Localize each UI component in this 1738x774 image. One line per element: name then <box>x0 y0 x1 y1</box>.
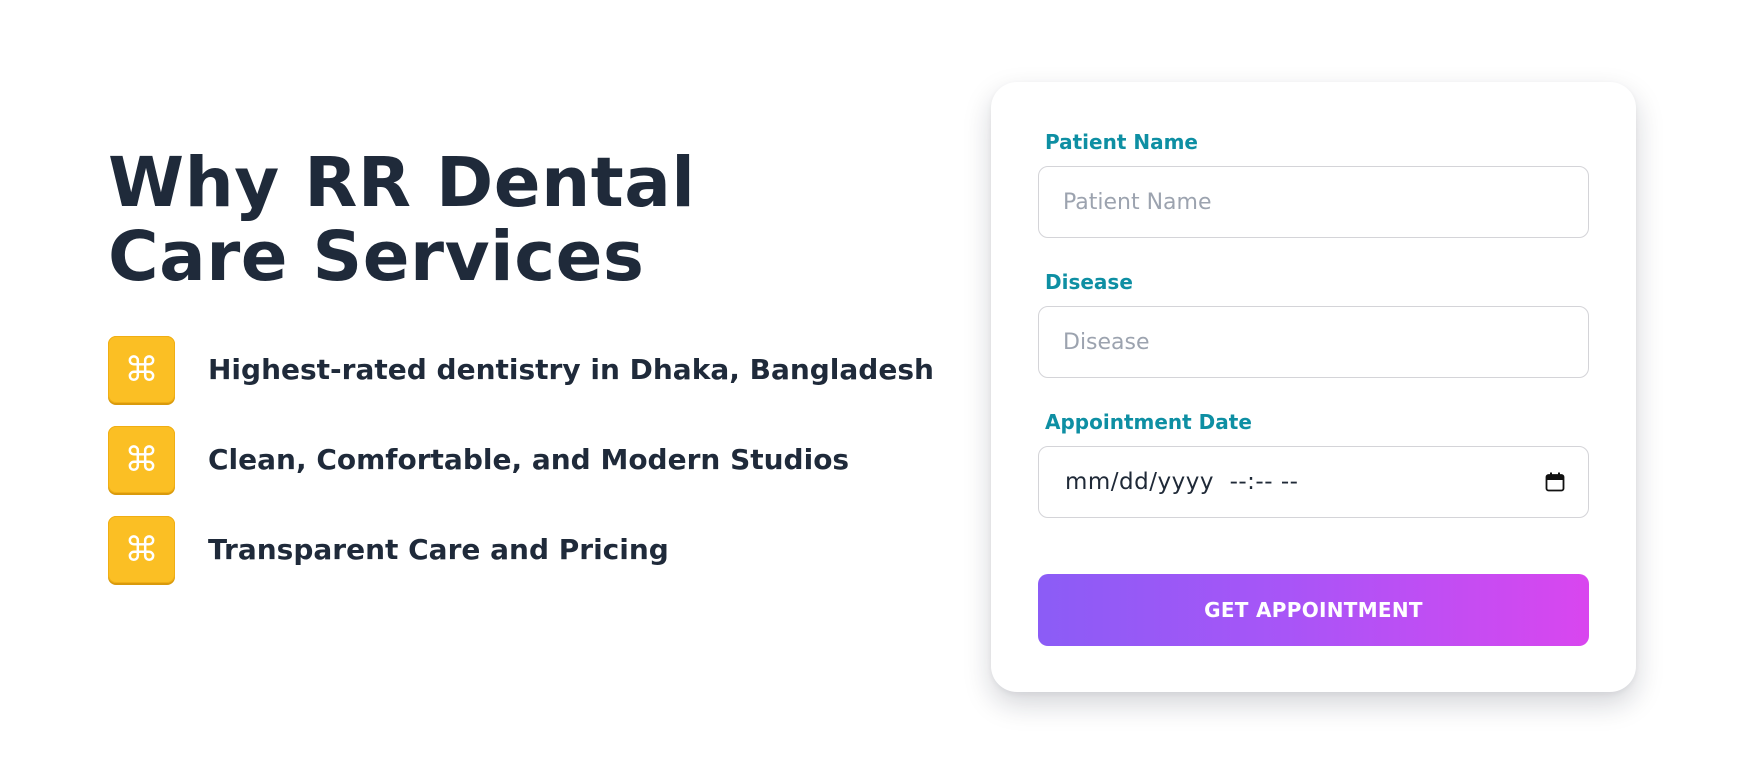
page-title: Why RR Dental Care Services <box>108 143 696 297</box>
disease-label: Disease <box>1045 270 1133 294</box>
feature-text: Clean, Comfortable, and Modern Studios <box>208 443 850 476</box>
appointment-form: Patient Name Disease Appointment Date mm… <box>991 82 1636 692</box>
command-icon: ⌘ <box>108 426 175 493</box>
feature-list: ⌘ Highest-rated dentistry in Dhaka, Bang… <box>108 336 934 606</box>
appointment-date-input[interactable]: mm/dd/yyyy --:-- -- <box>1038 446 1589 518</box>
page: Why RR Dental Care Services ⌘ Highest-ra… <box>0 0 1738 774</box>
date-placeholder: mm/dd/yyyy --:-- -- <box>1065 469 1299 495</box>
list-item: ⌘ Clean, Comfortable, and Modern Studios <box>108 426 928 493</box>
feature-text: Highest-rated dentistry in Dhaka, Bangla… <box>208 353 934 386</box>
disease-input[interactable] <box>1038 306 1589 378</box>
command-icon: ⌘ <box>108 516 175 583</box>
list-item: ⌘ Transparent Care and Pricing <box>108 516 928 583</box>
command-icon: ⌘ <box>108 336 175 403</box>
calendar-icon[interactable] <box>1544 471 1566 493</box>
patient-name-input[interactable] <box>1038 166 1589 238</box>
feature-text: Transparent Care and Pricing <box>208 533 669 566</box>
list-item: ⌘ Highest-rated dentistry in Dhaka, Bang… <box>108 336 934 403</box>
get-appointment-button[interactable]: GET APPOINTMENT <box>1038 574 1589 646</box>
appointment-date-label: Appointment Date <box>1045 410 1252 434</box>
patient-name-label: Patient Name <box>1045 130 1198 154</box>
